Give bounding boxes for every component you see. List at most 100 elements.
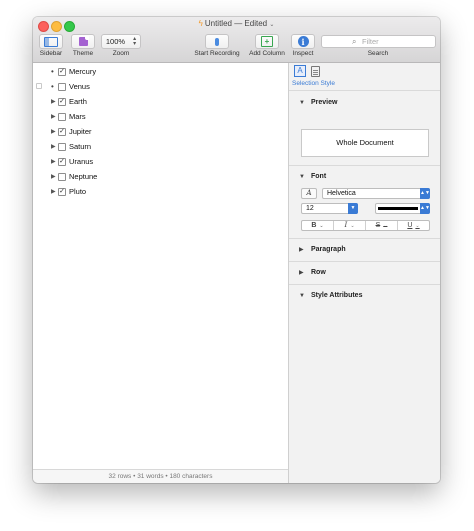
italic-button[interactable]: I ⌄ [334, 221, 366, 230]
selection-style-link[interactable]: Selection Style [292, 80, 335, 87]
checkbox[interactable]: ✓ [58, 158, 66, 166]
disclosure-triangle-icon[interactable]: ▶ [51, 170, 56, 184]
font-panel-icon[interactable]: A [301, 188, 317, 199]
checkbox[interactable] [58, 113, 66, 121]
row-text[interactable]: Uranus [69, 155, 93, 169]
strike-glyph: S [375, 222, 381, 229]
preview-box: Whole Document [301, 129, 429, 157]
font-title: Font [311, 173, 327, 180]
checkbox[interactable]: ✓ [58, 188, 66, 196]
paragraph-section-header[interactable]: ▶ Paragraph [289, 243, 440, 257]
preview-section-header[interactable]: ▼ Preview [289, 96, 440, 110]
window-title-text: Untitled [204, 19, 232, 28]
bullet-icon: • [51, 67, 54, 76]
info-icon: i [297, 36, 309, 47]
sidebar-button[interactable] [39, 34, 63, 49]
outline-view[interactable]: • ✓ Mercury • Venus ▶ ✓ Earth ▶ Mars ▶ ✓… [33, 63, 288, 469]
text-style-segmented-control[interactable]: B ⌄ I ⌄ S ⌄ U ⌄ [301, 220, 430, 231]
disclosure-down-icon: ▼ [299, 100, 305, 106]
row-handle[interactable] [36, 83, 42, 89]
divider [289, 238, 440, 239]
bullet-icon: • [51, 82, 54, 91]
row-text[interactable]: Pluto [69, 185, 86, 199]
outline-row[interactable]: ▶ Neptune [33, 170, 288, 184]
divider [289, 284, 440, 285]
text-color-well[interactable]: ▲▼ [375, 203, 430, 214]
theme-button[interactable] [71, 34, 95, 49]
document-icon: ϟ [198, 19, 203, 28]
outline-row[interactable]: • ✓ Mercury [33, 65, 288, 79]
window-title: ϟ Untitled — Edited ⌄ [33, 19, 440, 28]
underline-button[interactable]: U ⌄ [398, 221, 429, 230]
color-swatch [378, 207, 418, 210]
inspect-button[interactable]: i [291, 34, 315, 49]
start-recording-label: Start Recording [194, 50, 240, 57]
outline-row[interactable]: • Venus [33, 80, 288, 94]
search-placeholder: Filter [362, 37, 379, 46]
zoom-value: 100% [105, 37, 126, 46]
outline-row[interactable]: ▶ Mars [33, 110, 288, 124]
start-recording-button[interactable] [205, 34, 229, 49]
microphone-icon [215, 37, 219, 46]
disclosure-triangle-icon[interactable]: ▶ [51, 95, 56, 109]
inspector-tabs: A [289, 63, 440, 79]
outline-row[interactable]: ▶ Saturn [33, 140, 288, 154]
document-tab-icon[interactable] [311, 66, 320, 77]
outline-row[interactable]: ▶ ✓ Pluto [33, 185, 288, 199]
row-text[interactable]: Mars [69, 110, 86, 124]
search-label: Search [367, 50, 389, 57]
checkbox[interactable] [58, 83, 66, 91]
bold-glyph: B [311, 222, 317, 229]
zoom-stepper[interactable]: 100% ▴ ▾ [101, 34, 141, 49]
disclosure-down-icon: ▼ [299, 174, 305, 180]
underline-glyph: U [407, 222, 413, 229]
strikethrough-button[interactable]: S ⌄ [366, 221, 398, 230]
style-attributes-section-header[interactable]: ▼ Style Attributes [289, 289, 440, 303]
checkbox[interactable]: ✓ [58, 98, 66, 106]
chevron-down-icon: ⌄ [383, 223, 388, 229]
paragraph-title: Paragraph [311, 246, 346, 253]
disclosure-triangle-icon[interactable]: ▶ [51, 140, 56, 154]
checkbox[interactable] [58, 173, 66, 181]
chevron-updown-icon: ▲▼ [420, 203, 430, 214]
inspector-panel: A Selection Style ▼ Preview Whole Docume… [288, 63, 440, 483]
disclosure-triangle-icon[interactable]: ▶ [51, 110, 56, 124]
disclosure-triangle-icon[interactable]: ▶ [51, 155, 56, 169]
window-title-suffix: — Edited [234, 19, 268, 28]
divider [289, 261, 440, 262]
chevron-down-icon: ▼ [348, 203, 358, 214]
theme-icon [78, 36, 89, 46]
outline-row[interactable]: ▶ ✓ Earth [33, 95, 288, 109]
bold-button[interactable]: B ⌄ [302, 221, 334, 230]
row-text[interactable]: Mercury [69, 65, 96, 79]
filter-search-field[interactable]: ⌕ Filter [321, 35, 436, 48]
text-style-tab-icon[interactable]: A [294, 65, 306, 77]
outline-row[interactable]: ▶ ✓ Uranus [33, 155, 288, 169]
add-column-button[interactable]: + [255, 34, 279, 49]
chevron-updown-icon: ▲▼ [420, 188, 430, 199]
disclosure-down-icon: ▼ [299, 293, 305, 299]
row-text[interactable]: Earth [69, 95, 87, 109]
row-section-header[interactable]: ▶ Row [289, 266, 440, 280]
outline-row[interactable]: ▶ ✓ Jupiter [33, 125, 288, 139]
stepper-arrows-icon: ▴ ▾ [133, 35, 137, 47]
checkbox[interactable]: ✓ [58, 68, 66, 76]
divider [289, 90, 440, 91]
row-text[interactable]: Neptune [69, 170, 97, 184]
row-title: Row [311, 269, 326, 276]
font-size-popup[interactable]: 12 ▼ [301, 203, 358, 214]
zoom-label: Zoom [112, 50, 130, 57]
font-section-header[interactable]: ▼ Font [289, 170, 440, 184]
chevron-down-icon: ⌄ [319, 223, 324, 229]
disclosure-triangle-icon[interactable]: ▶ [51, 125, 56, 139]
disclosure-triangle-icon[interactable]: ▶ [51, 185, 56, 199]
font-family-popup[interactable]: Helvetica ▲▼ [322, 188, 430, 199]
checkbox[interactable] [58, 143, 66, 151]
row-text[interactable]: Jupiter [69, 125, 92, 139]
row-text[interactable]: Venus [69, 80, 90, 94]
add-column-icon: + [261, 36, 273, 47]
inspect-label: Inspect [292, 50, 314, 57]
title-menu-chevron-icon[interactable]: ⌄ [269, 22, 274, 28]
checkbox[interactable]: ✓ [58, 128, 66, 136]
row-text[interactable]: Saturn [69, 140, 91, 154]
